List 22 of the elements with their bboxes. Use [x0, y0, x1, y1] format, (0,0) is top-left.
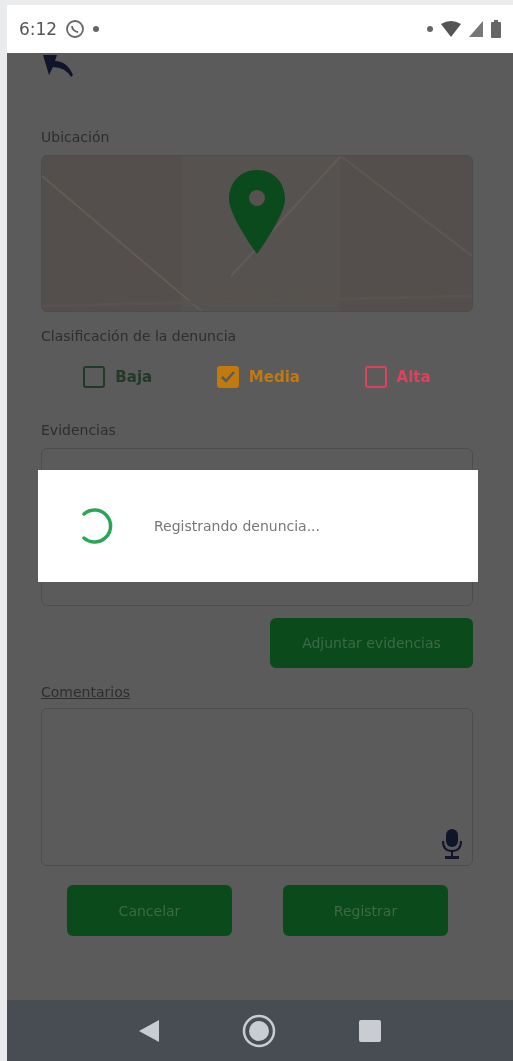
dot-icon [427, 26, 433, 32]
chat-icon [65, 19, 86, 39]
checkbox-label: Media [248, 368, 300, 386]
battery-icon [491, 20, 501, 38]
checkbox-label: Alta [396, 368, 431, 386]
recents-nav-icon[interactable] [359, 1019, 382, 1042]
microphone-icon[interactable] [440, 829, 464, 859]
home-nav-icon[interactable] [242, 1013, 276, 1048]
back-nav-icon[interactable] [138, 1019, 159, 1042]
signal-icon [469, 21, 483, 37]
progress-message: Registrando denuncia... [154, 518, 321, 534]
map-pin-icon [227, 170, 287, 254]
checkbox-label: Baja [115, 368, 153, 386]
status-time: 6:12 [19, 19, 58, 39]
back-arrow-icon[interactable] [41, 55, 75, 77]
comment-field[interactable] [41, 708, 473, 866]
checkbox[interactable] [364, 366, 387, 388]
checkbox[interactable] [216, 366, 239, 388]
wifi-icon [441, 21, 461, 37]
dot-icon [93, 26, 100, 32]
checkbox[interactable] [83, 366, 106, 388]
check-mark-icon [220, 371, 235, 383]
